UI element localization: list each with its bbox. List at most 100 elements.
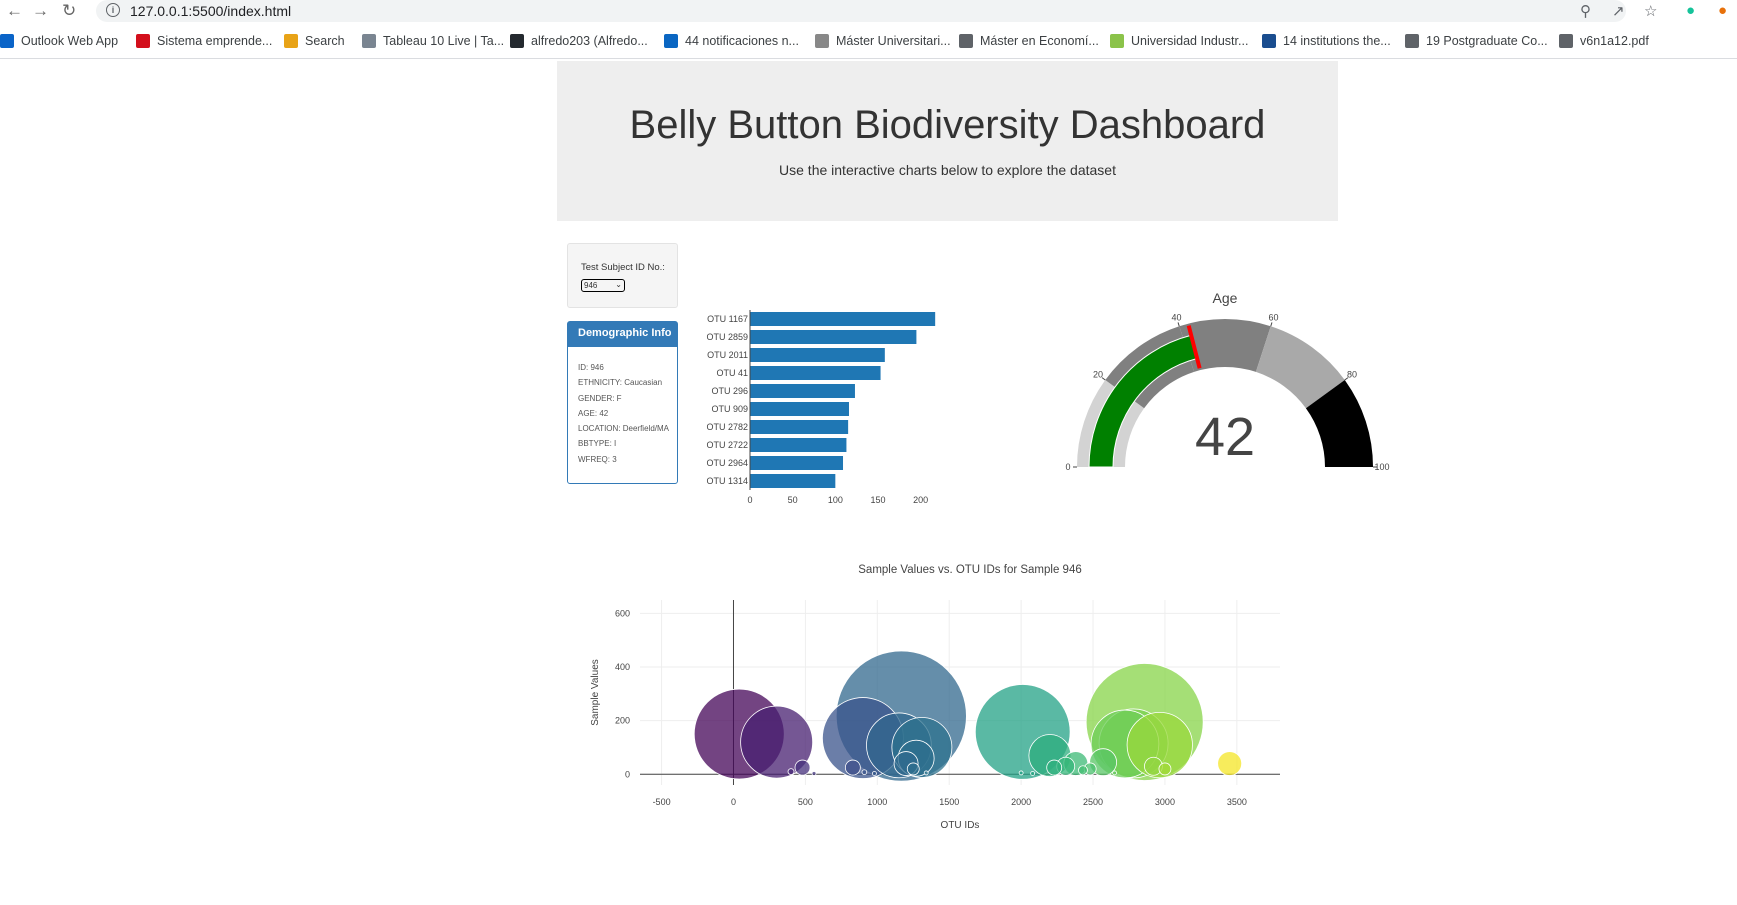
forward-icon[interactable]: → xyxy=(32,1,49,21)
bubble-point[interactable] xyxy=(1217,751,1243,776)
bookmark-item[interactable]: 44 notificaciones n... xyxy=(664,34,799,48)
bar-mark[interactable] xyxy=(750,348,885,362)
bubble-point[interactable] xyxy=(1158,762,1172,776)
subject-id-select[interactable]: 946 ⌄ xyxy=(581,279,625,292)
bubble-point[interactable] xyxy=(872,771,877,776)
bookmark-item[interactable]: 14 institutions the... xyxy=(1262,34,1391,48)
site-info-icon[interactable]: i xyxy=(106,3,120,17)
bubble-point[interactable] xyxy=(1030,771,1036,776)
bookmark-label: Universidad Industr... xyxy=(1131,34,1249,48)
bar-mark[interactable] xyxy=(750,420,849,434)
bubble-x-tick-label: 1000 xyxy=(867,797,887,807)
age-gauge-chart[interactable]: Age 0 20 40 60 80 100 42 xyxy=(1050,285,1400,480)
demographic-line: GENDER: F xyxy=(578,393,622,403)
bookmark-item[interactable]: Universidad Industr... xyxy=(1110,34,1248,48)
bubble-x-tick-label: -500 xyxy=(653,797,671,807)
bar-category-label: OTU 296 xyxy=(711,386,748,396)
demographic-line: WFREQ: 3 xyxy=(578,454,617,464)
bar-category-label: OTU 909 xyxy=(711,404,748,414)
bubble-point[interactable] xyxy=(1112,770,1118,776)
bar-category-label: OTU 1314 xyxy=(706,476,748,486)
bubble-x-tick-label: 500 xyxy=(798,797,813,807)
bookmark-label: Search xyxy=(305,34,345,48)
bar-category-label: OTU 2859 xyxy=(706,332,748,342)
url-text[interactable]: 127.0.0.1:5500/index.html xyxy=(130,3,291,19)
bar-mark[interactable] xyxy=(750,456,844,470)
bubble-point[interactable] xyxy=(1078,765,1088,776)
bar-mark[interactable] xyxy=(750,474,836,488)
gauge-tick-label: 0 xyxy=(1065,462,1070,472)
bar-mark[interactable] xyxy=(750,384,855,398)
bar-mark[interactable] xyxy=(750,330,917,344)
demographic-panel-body: ID: 946 ETHNICITY: Caucasian GENDER: F AGE:… xyxy=(568,347,677,467)
bar-category-label: OTU 1167 xyxy=(707,314,748,324)
gauge-tick-label: 80 xyxy=(1347,370,1357,380)
bubble-y-tick-label: 400 xyxy=(615,662,630,672)
gauge-tick-label: 40 xyxy=(1171,313,1181,323)
bookmark-star-icon[interactable]: ☆ xyxy=(1644,2,1657,20)
bookmark-label: Máster Universitari... xyxy=(836,34,951,48)
bookmark-item[interactable]: Tableau 10 Live | Ta... xyxy=(362,34,504,48)
bubble-x-tick-label: 2500 xyxy=(1083,797,1103,807)
bookmark-item[interactable]: alfredo203 (Alfredo... xyxy=(510,34,648,48)
bubble-point[interactable] xyxy=(794,759,811,776)
bubble-y-tick-label: 200 xyxy=(615,716,630,726)
gauge-tick-label: 100 xyxy=(1374,462,1389,472)
back-icon[interactable]: ← xyxy=(6,1,23,21)
bookmark-favicon-icon xyxy=(1110,34,1124,48)
grammarly-icon[interactable]: ● xyxy=(1686,2,1695,19)
bar-mark[interactable] xyxy=(750,366,881,380)
gauge-tick-label: 20 xyxy=(1093,370,1103,380)
bookmark-item[interactable]: Sistema emprende... xyxy=(136,34,272,48)
bubble-x-tick-label: 1500 xyxy=(939,797,959,807)
bubble-point[interactable] xyxy=(811,771,817,776)
reload-icon[interactable]: ↻ xyxy=(62,1,76,21)
bubble-point[interactable] xyxy=(844,759,861,776)
top10-bar-chart[interactable]: OTU 1167 OTU 2859 OTU 2011 OTU 41 OTU 296 OTU… xyxy=(700,300,960,505)
gauge-tick-mark xyxy=(1177,322,1180,327)
gauge-value-number: 42 xyxy=(1195,407,1255,467)
bubble-y-tick-label: 0 xyxy=(625,769,630,779)
bubble-point[interactable] xyxy=(1046,759,1063,776)
bookmark-item[interactable]: v6n1a12.pdf xyxy=(1559,34,1649,48)
bar-x-tick-label: 0 xyxy=(747,495,752,505)
bar-mark[interactable] xyxy=(750,312,936,326)
bookmark-favicon-icon xyxy=(136,34,150,48)
demographic-panel-title: Demographic Info xyxy=(568,322,677,347)
bubble-y-tick-label: 600 xyxy=(615,608,630,618)
bubble-point[interactable] xyxy=(906,762,920,776)
extension-icon[interactable]: ● xyxy=(1718,2,1727,19)
page-title: Belly Button Biodiversity Dashboard xyxy=(629,103,1266,147)
bookmark-label: alfredo203 (Alfredo... xyxy=(531,34,648,48)
bookmark-item[interactable]: Search xyxy=(284,34,345,48)
zoom-icon[interactable]: ⚲ xyxy=(1580,2,1591,20)
bar-x-tick-label: 150 xyxy=(870,495,885,505)
bookmark-favicon-icon xyxy=(1262,34,1276,48)
bar-category-label: OTU 2722 xyxy=(706,440,748,450)
bookmark-label: Outlook Web App xyxy=(21,34,119,48)
bubble-x-tick-label: 0 xyxy=(731,797,736,807)
bar-category-label: OTU 41 xyxy=(716,368,748,378)
bookmark-item[interactable]: 19 Postgraduate Co... xyxy=(1405,34,1548,48)
bookmark-item[interactable]: Máster en Economí... xyxy=(959,34,1099,48)
bookmark-label: 19 Postgraduate Co... xyxy=(1426,34,1548,48)
bubble-point[interactable] xyxy=(787,768,795,775)
bar-mark[interactable] xyxy=(750,402,849,416)
address-bar[interactable] xyxy=(96,0,1626,22)
bar-x-tick-label: 100 xyxy=(828,495,843,505)
bookmark-favicon-icon xyxy=(510,34,524,48)
bubble-point[interactable] xyxy=(861,769,868,775)
demographic-line: ID: 946 xyxy=(578,363,604,372)
demographic-line: BBTYPE: I xyxy=(578,439,617,449)
bubble-chart[interactable]: Sample Values vs. OTU IDs for Sample 946… xyxy=(580,555,1300,840)
demographic-line: LOCATION: Deerfield/MA xyxy=(578,424,669,434)
bookmark-item[interactable]: Máster Universitari... xyxy=(815,34,951,48)
bar-mark[interactable] xyxy=(750,438,847,452)
bubble-point[interactable] xyxy=(923,770,929,776)
bookmark-label: Máster en Economí... xyxy=(980,34,1099,48)
bookmarks-bar: Outlook Web App Sistema emprende... Search… xyxy=(0,28,1737,59)
bookmark-item[interactable]: Outlook Web App xyxy=(0,34,118,48)
share-icon[interactable]: ↗ xyxy=(1612,2,1625,20)
bar-x-tick-label: 50 xyxy=(788,495,798,505)
bubble-point[interactable] xyxy=(1018,770,1024,776)
